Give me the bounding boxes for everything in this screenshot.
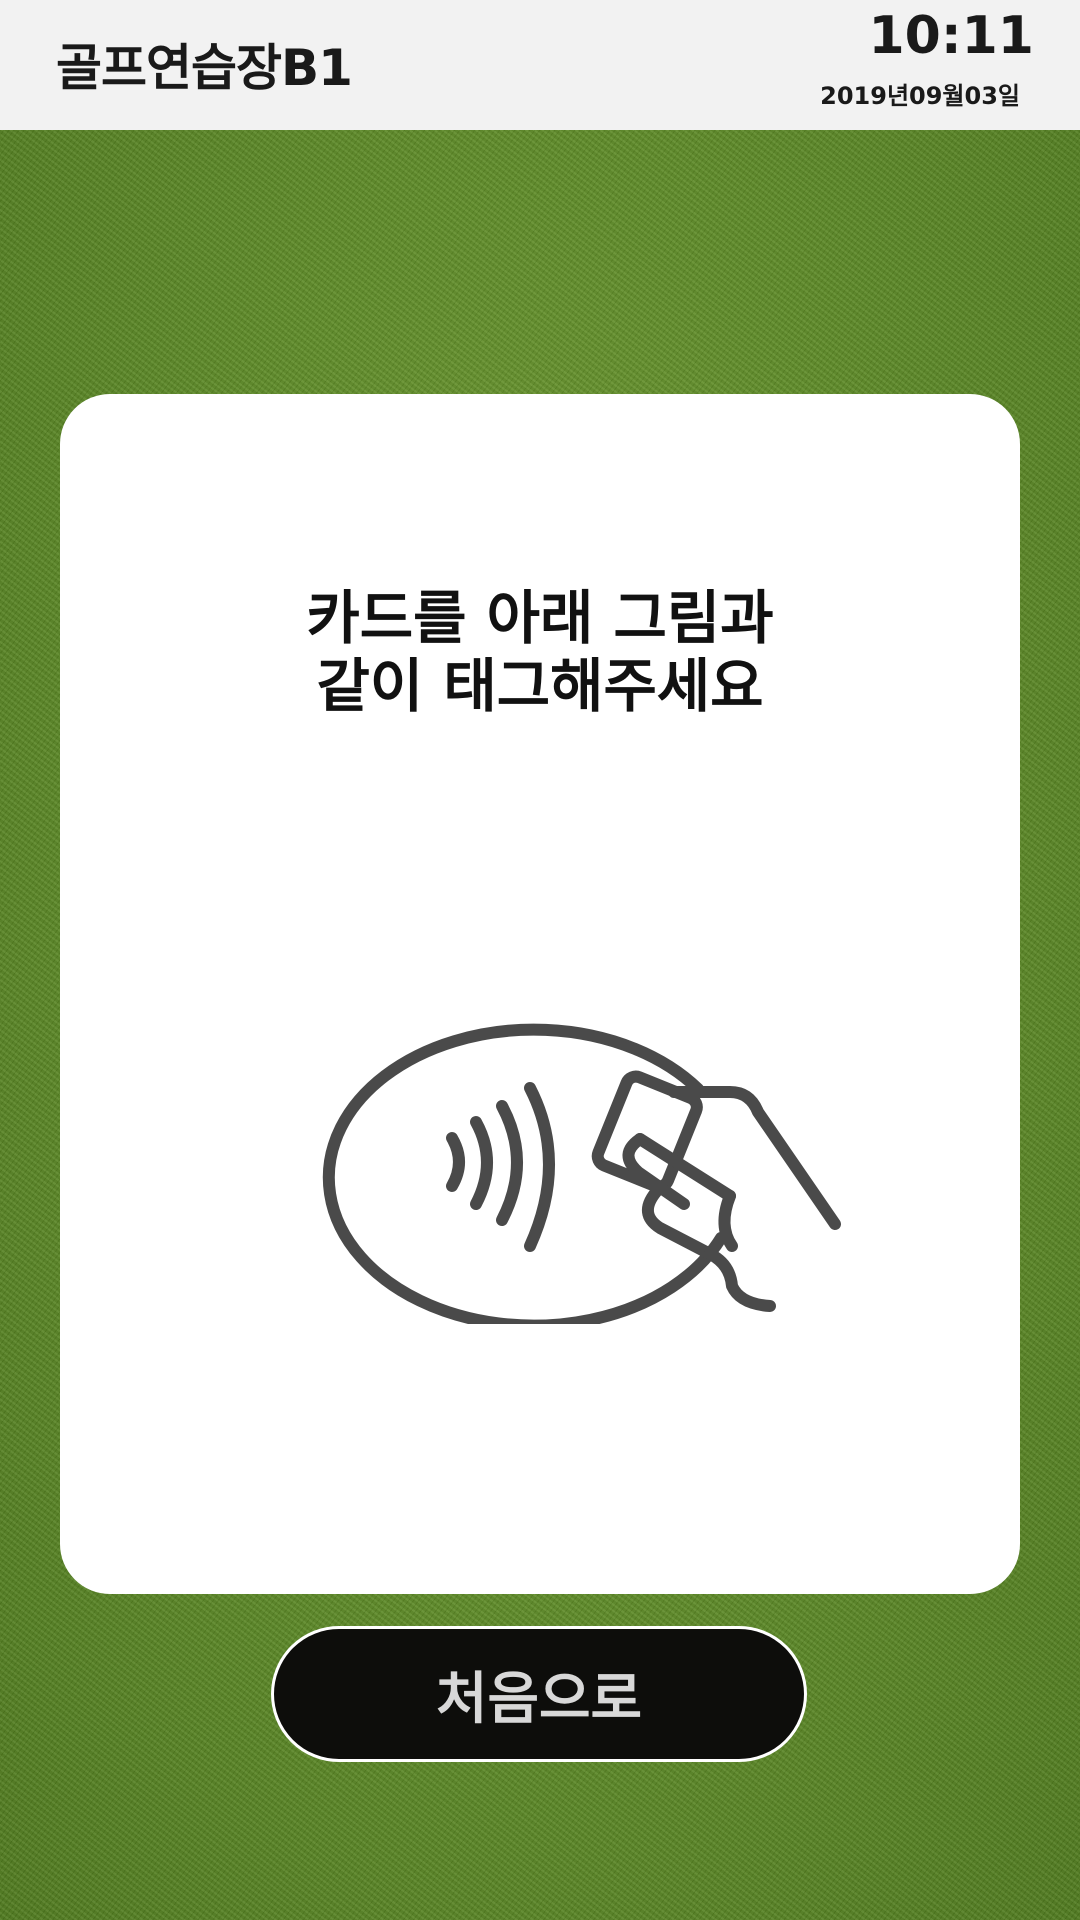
venue-name: 골프연습장B1	[56, 39, 353, 97]
clock-time: 10:11	[868, 6, 1034, 66]
instruction-text: 카드를 아래 그림과 같이 태그해주세요	[60, 584, 1020, 720]
instruction-panel: 카드를 아래 그림과 같이 태그해주세요	[60, 394, 1020, 1594]
home-button[interactable]: 처음으로	[271, 1626, 807, 1762]
contactless-card-tap-icon	[322, 1023, 841, 1324]
clock-date: 2019년09월03일	[820, 82, 1020, 110]
instruction-line-2: 같이 태그해주세요	[316, 652, 764, 720]
instruction-line-1: 카드를 아래 그림과	[306, 584, 774, 652]
header-bar: 골프연습장B1 10:11 2019년09월03일	[0, 0, 1080, 130]
